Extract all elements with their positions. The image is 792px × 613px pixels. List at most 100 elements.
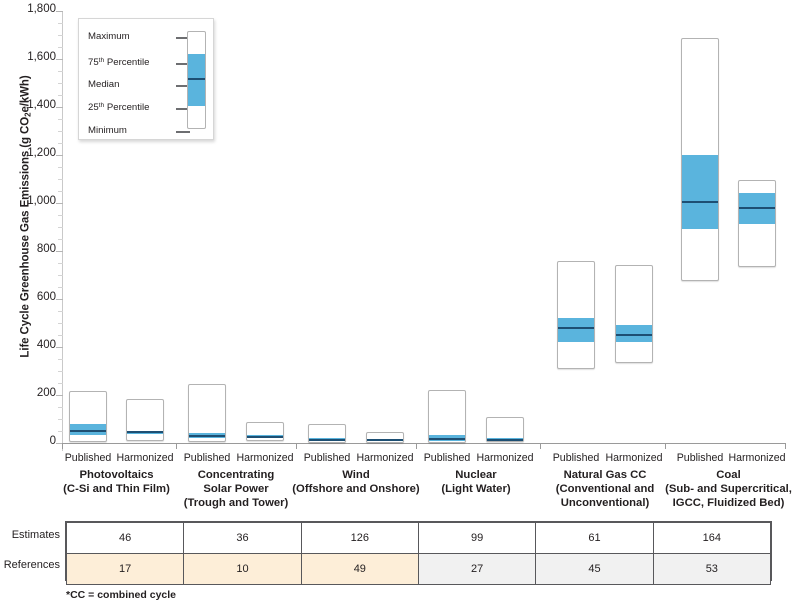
box-whisker-bar [681,37,719,281]
y-tick-label: 1,800 [27,3,56,15]
y-tick-major [56,11,63,12]
median-line [682,201,718,204]
legend-item-superscript: th [98,102,105,109]
x-group-tick [296,443,297,449]
table-cell-references: 53 [652,553,772,585]
x-group-tick [665,443,666,449]
legend-item-label: Maximum [88,31,130,42]
y-tick-label: 1,400 [27,99,56,111]
y-tick-major [56,251,63,252]
y-tick-label: 200 [36,387,56,399]
y-tick-major [56,203,63,204]
y-tick-minor [58,71,63,72]
y-tick-major [56,107,63,108]
y-tick-major [56,299,63,300]
table-row-label-estimates: Estimates [11,529,60,541]
y-tick-minor [58,239,63,240]
y-axis-spine [62,11,63,451]
iqr-fill [558,318,594,342]
box-whisker-bar [428,390,466,443]
box-whisker-bar [615,264,653,364]
y-tick-major [56,347,63,348]
x-group-label: Coal (Sub- and Supercritical, IGCC, Fluidi… [644,468,792,510]
y-tick-minor [58,119,63,120]
y-tick-minor [58,383,63,384]
y-tick-major [56,395,63,396]
median-line [247,435,283,438]
y-tick-minor [58,227,63,228]
y-tick-minor [58,131,63,132]
y-tick-label: 400 [36,339,56,351]
y-tick-minor [58,35,63,36]
box-whisker-bar [557,261,595,370]
x-group-label-sub: IGCC, Fluidized Bed) [672,497,785,509]
y-tick-label: 1,600 [27,51,56,63]
y-tick-minor [58,191,63,192]
y-tick-minor [58,95,63,96]
y-tick-minor [58,47,63,48]
x-series-label: Harmonized [476,452,534,464]
y-tick-minor [58,371,63,372]
median-line [558,327,594,330]
y-tick-minor [58,287,63,288]
y-tick-major [56,155,63,156]
legend-item-superscript: th [98,57,105,64]
x-group-tick [62,443,63,449]
y-tick-minor [58,431,63,432]
y-tick-label: 1,000 [27,195,56,207]
legend-item-label: Minimum [88,125,127,136]
x-group-tick [416,443,417,449]
x-group-label-sub: (Trough and Tower) [183,497,289,509]
table-cell-references: 45 [535,553,654,585]
table-cell-estimates: 61 [535,522,654,554]
y-tick-minor [58,335,63,336]
y-tick-minor [58,83,63,84]
table-grid: 46 36 126 99 61 164 17 10 49 27 45 53 [65,521,772,585]
y-tick-minor [58,263,63,264]
median-line [739,207,775,210]
y-tick-minor [58,311,63,312]
y-tick-minor [58,407,63,408]
y-tick-label: 0 [49,435,56,447]
y-tick-minor [58,179,63,180]
box-whisker-bar [188,384,226,442]
y-tick-label: 800 [36,243,56,255]
table-cell-estimates: 164 [652,522,772,554]
box-whisker-bar [69,390,107,442]
legend-item-label: 25th Percentile [88,102,150,113]
y-tick-minor [58,167,63,168]
legend-box: Maximum 75th Percentile Median 25th Percent… [78,18,214,140]
x-group-label-sub: (Sub- and Supercritical, [665,483,792,495]
y-tick-minor [58,143,63,144]
legend-sample-bar [187,31,206,129]
box-whisker-bar [738,180,776,268]
table-row-label-references: References [3,559,60,571]
median-line [309,439,345,442]
footnote: *CC = combined cycle [66,589,176,601]
median-line [487,439,523,442]
x-axis-baseline [62,443,785,444]
legend-dash-icon [176,131,190,133]
y-tick-minor [58,323,63,324]
y-tick-minor [58,359,63,360]
table-cell-estimates: 46 [65,522,185,554]
y-tick-major [56,59,63,60]
median-line [189,435,225,438]
median-line [367,439,403,442]
box-whisker-bar [486,416,524,443]
summary-table: Estimates References 46 36 126 99 61 164 17 10… [0,515,792,613]
median-line [127,431,163,434]
box-whisker-bar [246,421,284,442]
table-cell-references: 27 [417,553,537,585]
x-group-tick [785,443,786,449]
median-line [616,333,652,336]
table-cell-estimates: 126 [300,522,419,554]
y-tick-label: 1,200 [27,147,56,159]
table-cell-references: 10 [183,553,302,585]
x-group-tick [176,443,177,449]
iqr-fill [682,155,718,230]
box-whisker-bar [308,423,346,443]
table-cell-references: 17 [65,553,185,585]
y-tick-minor [58,275,63,276]
x-series-label: Harmonized [728,452,786,464]
